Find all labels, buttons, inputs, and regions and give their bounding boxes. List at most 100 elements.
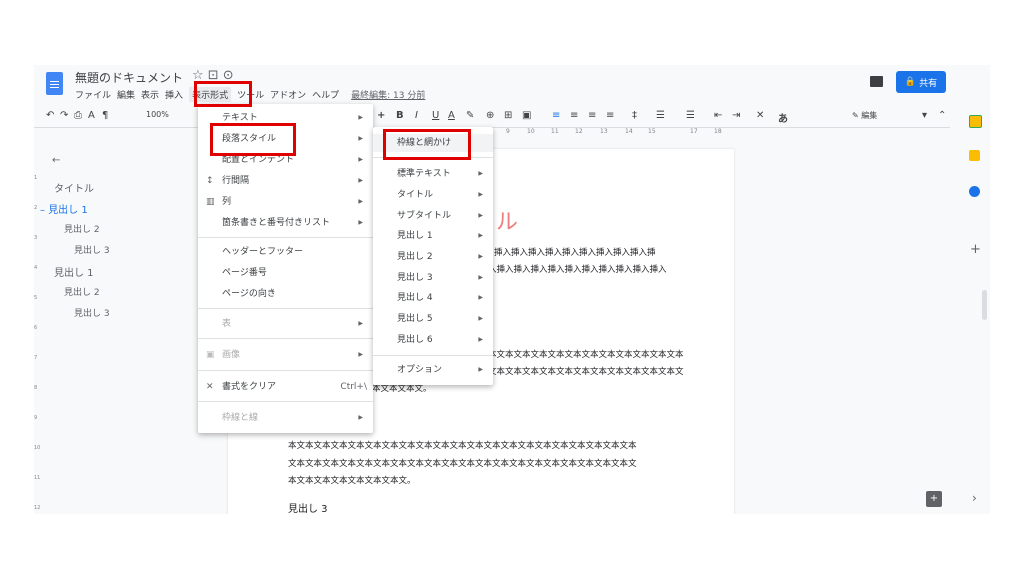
menu-item-heading-4[interactable]: 見出し 4 ▶ — [373, 289, 493, 307]
menu-item-page-numbers[interactable]: ページ番号 — [198, 264, 373, 282]
menu-item-clear-formatting[interactable]: ✕ 書式をクリア Ctrl+\ — [198, 378, 373, 396]
chevron-right-icon: ▶ — [358, 320, 363, 327]
link-icon[interactable]: ⊕ — [486, 110, 494, 121]
menu-item-title[interactable]: タイトル ▶ — [373, 186, 493, 204]
ruler-tick: 6 — [34, 325, 38, 331]
menu-item-heading-6[interactable]: 見出し 6 ▶ — [373, 331, 493, 349]
menu-item-heading-1[interactable]: 見出し 1 ▶ — [373, 227, 493, 245]
scrollbar[interactable] — [982, 290, 987, 320]
explore-icon[interactable]: + — [926, 491, 942, 507]
undo-icon[interactable]: ↶ — [46, 110, 54, 121]
menu-separator — [198, 338, 373, 339]
chevron-right-icon: ▶ — [358, 135, 363, 142]
checklist-icon[interactable]: ☰ — [656, 110, 665, 121]
menu-edit[interactable]: 編集 — [117, 88, 135, 101]
align-left-icon[interactable]: ≡ — [552, 110, 560, 121]
decrease-indent-icon[interactable]: ⇤ — [714, 110, 722, 121]
heading-3-text: 見出し 3 — [288, 504, 328, 515]
horizontal-ruler[interactable]: 9 10 11 12 13 14 15 17 18 — [494, 128, 814, 138]
menu-item-label: ヘッダーとフッター — [222, 247, 304, 257]
bulleted-list-icon[interactable]: ☰ — [686, 110, 695, 121]
redo-icon[interactable]: ↷ — [60, 110, 68, 121]
menu-item-page-orientation[interactable]: ページの向き — [198, 285, 373, 303]
outline-item[interactable]: 見出し 2 — [64, 222, 100, 235]
chevron-right-icon: ▶ — [478, 232, 483, 239]
menu-item-normal-text[interactable]: 標準テキスト ▶ — [373, 165, 493, 183]
outline-item[interactable]: タイトル — [54, 180, 94, 195]
menu-addons[interactable]: アドオン — [270, 88, 306, 101]
highlight-box-paragraph-styles — [210, 123, 296, 156]
menu-item-heading-3[interactable]: 見出し 3 ▶ — [373, 269, 493, 287]
menu-view[interactable]: 表示 — [141, 88, 159, 101]
document-title-text: ル — [496, 210, 519, 235]
outline-item[interactable]: 見出し 3 — [74, 243, 110, 256]
underline-icon[interactable]: U — [432, 110, 439, 121]
menu-insert[interactable]: 挿入 — [165, 88, 183, 101]
outline-item[interactable]: 見出し 1 — [54, 264, 94, 279]
share-label: 共有 — [919, 78, 938, 89]
font-size-increase-icon[interactable]: + — [377, 110, 385, 121]
menu-item-header-footer[interactable]: ヘッダーとフッター — [198, 243, 373, 261]
outline-item[interactable]: 見出し 2 — [64, 285, 100, 298]
print-icon[interactable]: ⎙ — [74, 110, 82, 121]
ruler-tick: 11 — [34, 475, 41, 481]
docs-logo-icon[interactable] — [46, 72, 63, 95]
align-center-icon[interactable]: ≡ — [570, 110, 578, 121]
spellcheck-icon[interactable]: A — [88, 110, 95, 121]
chevron-right-icon[interactable]: › — [972, 491, 977, 505]
chevron-right-icon: ▶ — [478, 170, 483, 177]
highlight-box-borders-shading — [383, 129, 471, 160]
outline-item-selected[interactable]: – 見出し 1 — [40, 201, 88, 216]
sheets-icon[interactable] — [969, 115, 982, 128]
chevron-right-icon: ▶ — [358, 351, 363, 358]
chevron-right-icon: ▶ — [478, 212, 483, 219]
menu-item-heading-5[interactable]: 見出し 5 ▶ — [373, 310, 493, 328]
bold-icon[interactable]: B — [396, 110, 404, 121]
chevron-right-icon: ▶ — [478, 294, 483, 301]
menu-item-label: オプション — [397, 365, 443, 375]
menu-item-bullets-numbering[interactable]: 箇条書きと番号付きリスト ▶ — [198, 214, 373, 232]
chevron-up-icon[interactable]: ⌃ — [938, 110, 946, 121]
menu-item-borders-lines[interactable]: 枠線と線 ▶ — [198, 409, 373, 427]
outline-back-icon[interactable]: ← — [52, 155, 60, 166]
align-right-icon[interactable]: ≡ — [588, 110, 596, 121]
increase-indent-icon[interactable]: ⇥ — [732, 110, 740, 121]
add-addon-icon[interactable]: + — [970, 242, 981, 257]
tasks-icon[interactable] — [969, 186, 980, 197]
ruler-tick: 5 — [34, 295, 38, 301]
line-spacing-icon[interactable]: ‡ — [632, 110, 637, 121]
outline-item[interactable]: 見出し 3 — [74, 306, 110, 319]
document-title[interactable]: 無題のドキュメント — [75, 69, 183, 86]
ruler-tick: 12 — [34, 505, 41, 511]
menu-item-table[interactable]: 表 ▶ — [198, 315, 373, 333]
italic-icon[interactable]: I — [415, 110, 418, 121]
paint-format-icon[interactable]: ¶ — [102, 110, 108, 121]
align-justify-icon[interactable]: ≡ — [606, 110, 614, 121]
menu-item-subtitle[interactable]: サブタイトル ▶ — [373, 207, 493, 225]
menu-file[interactable]: ファイル — [75, 88, 111, 101]
menu-item-line-spacing[interactable]: ↕ 行間隔 ▶ — [198, 172, 373, 190]
insert-comment-icon[interactable]: ⊞ — [504, 110, 512, 121]
menu-item-label: 書式をクリア — [222, 382, 277, 392]
menu-item-columns[interactable]: ▥ 列 ▶ — [198, 193, 373, 211]
input-tools-icon[interactable]: あ — [778, 110, 788, 125]
text-color-icon[interactable]: A — [448, 110, 455, 121]
clear-format-icon[interactable]: ✕ — [756, 110, 764, 121]
menu-item-options[interactable]: オプション ▶ — [373, 361, 493, 379]
chevron-right-icon: ▶ — [358, 156, 363, 163]
chevron-down-icon[interactable]: ▾ — [922, 110, 927, 121]
highlight-icon[interactable]: ✎ — [466, 110, 474, 121]
comment-icon[interactable] — [870, 76, 883, 87]
insert-image-icon[interactable]: ▣ — [522, 110, 531, 121]
chevron-right-icon: ▶ — [478, 315, 483, 322]
menu-item-heading-2[interactable]: 見出し 2 ▶ — [373, 248, 493, 266]
menu-help[interactable]: ヘルプ — [312, 88, 339, 101]
ruler-tick: 2 — [34, 205, 38, 211]
zoom-select[interactable]: 100% — [146, 110, 169, 119]
menu-item-label: 画像 — [222, 350, 241, 360]
menu-item-image[interactable]: ▣ 画像 ▶ — [198, 346, 373, 364]
keep-icon[interactable] — [969, 150, 980, 161]
last-edit-link[interactable]: 最終編集: 13 分前 — [351, 88, 425, 101]
share-button[interactable]: 🔒 共有 — [896, 71, 946, 93]
editing-mode-select[interactable]: ✎ 編集 — [852, 110, 877, 121]
